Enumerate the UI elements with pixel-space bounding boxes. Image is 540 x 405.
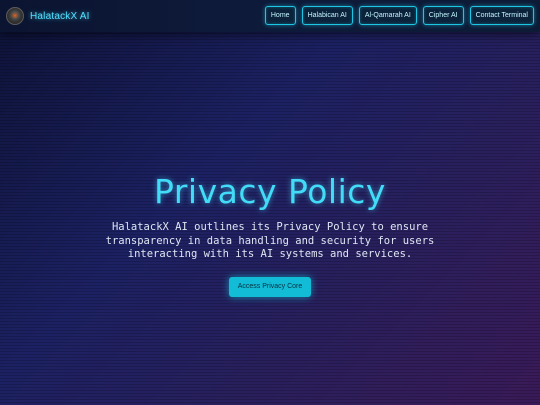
nav-links: Home Halabican AI Al-Qamarah AI Cipher A… bbox=[264, 6, 534, 25]
nav-halabican-ai-button[interactable]: Halabican AI bbox=[301, 6, 353, 25]
nav-contact-terminal-button[interactable]: Contact Terminal bbox=[469, 6, 534, 25]
nav-cipher-ai-button[interactable]: Cipher AI bbox=[422, 6, 464, 25]
nav-al-qamarah-ai-button[interactable]: Al-Qamarah AI bbox=[358, 6, 417, 25]
brand-name: HalatackX AI bbox=[30, 10, 90, 22]
brand[interactable]: HalatackX AI bbox=[6, 7, 90, 25]
hero-description: HalatackX AI outlines its Privacy Policy… bbox=[105, 221, 435, 260]
logo-icon bbox=[6, 7, 24, 25]
navbar: HalatackX AI Home Halabican AI Al-Qamara… bbox=[0, 0, 540, 32]
page-title: Privacy Policy bbox=[154, 172, 386, 211]
nav-home-button[interactable]: Home bbox=[264, 6, 296, 25]
hero-section: Privacy Policy HalatackX AI outlines its… bbox=[0, 172, 540, 297]
access-privacy-core-button[interactable]: Access Privacy Core bbox=[228, 276, 312, 297]
